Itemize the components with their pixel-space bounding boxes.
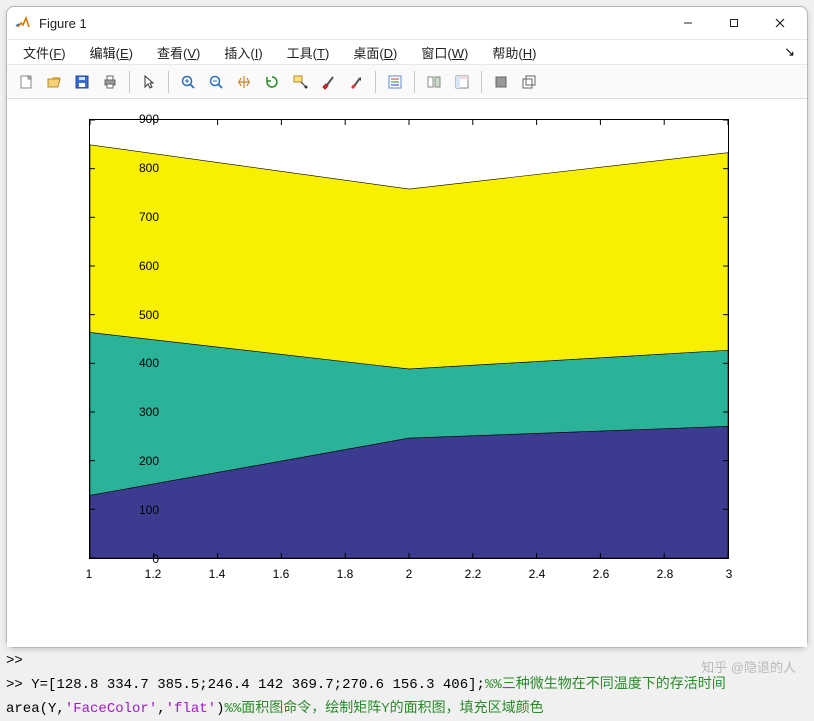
menu-t[interactable]: 工具(T) [277, 41, 340, 64]
titlebar: Figure 1 [7, 7, 807, 39]
menu-w[interactable]: 窗口(W) [411, 41, 478, 64]
rotate-icon[interactable] [259, 69, 285, 95]
dock-icon[interactable] [488, 69, 514, 95]
toolbar [7, 65, 807, 99]
open-icon[interactable] [41, 69, 67, 95]
x-tick-label: 2.2 [465, 567, 482, 581]
brush-icon[interactable] [315, 69, 341, 95]
string-literal: 'FaceColor' [65, 701, 157, 717]
toolbar-separator [168, 71, 169, 93]
menu-h[interactable]: 帮助(H) [482, 41, 546, 64]
matlab-app-icon [15, 15, 31, 31]
code-text: Y=[128.8 334.7 385.5;246.4 142 369.7;270… [31, 677, 485, 693]
pointer-icon[interactable] [136, 69, 162, 95]
x-tick-label: 1.6 [273, 567, 290, 581]
x-tick-label: 2 [406, 567, 413, 581]
x-tick-label: 3 [726, 567, 733, 581]
string-literal: 'flat' [166, 701, 216, 717]
y-tick-label: 600 [99, 259, 159, 273]
y-tick-label: 900 [99, 112, 159, 126]
zoom-out-icon[interactable] [203, 69, 229, 95]
close-button[interactable] [757, 8, 803, 38]
comment-text: %%面积图命令，绘制矩阵Y的面积图，填充区域颜色 [224, 701, 543, 717]
y-tick-label: 500 [99, 308, 159, 322]
menu-e[interactable]: 编辑(E) [80, 41, 143, 64]
menu-v[interactable]: 查看(V) [147, 41, 210, 64]
x-tick-label: 1.8 [337, 567, 354, 581]
x-tick-label: 2.8 [657, 567, 674, 581]
x-tick-label: 2.4 [529, 567, 546, 581]
menu-d[interactable]: 桌面(D) [343, 41, 407, 64]
y-tick-label: 300 [99, 405, 159, 419]
x-tick-label: 2.6 [593, 567, 610, 581]
chart-axes[interactable] [89, 119, 729, 559]
menu-f[interactable]: 文件(F) [13, 41, 76, 64]
figure-area: 0 100 200 300 400 500 600 700 800 900 1 1.2 1.4 1.6 1… [7, 99, 807, 647]
toolbar-separator [129, 71, 130, 93]
minimize-button[interactable] [665, 8, 711, 38]
y-tick-label: 700 [99, 210, 159, 224]
y-tick-label: 0 [99, 552, 159, 566]
figure-window: Figure 1 文件(F)编辑(E)查看(V)插入(I)工具(T)桌面(D)窗… [6, 6, 808, 648]
code-text: , [157, 701, 165, 717]
y-tick-label: 100 [99, 503, 159, 517]
new-figure-icon[interactable] [13, 69, 39, 95]
area-chart [90, 120, 728, 558]
x-tick-label: 1 [86, 567, 93, 581]
print-icon[interactable] [97, 69, 123, 95]
colorbar-icon[interactable] [343, 69, 369, 95]
dock-arrow-icon[interactable]: ↘ [778, 43, 801, 62]
pan-icon[interactable] [231, 69, 257, 95]
comment-text: %%三种微生物在不同温度下的存活时间 [485, 677, 726, 693]
x-tick-label: 1.2 [145, 567, 162, 581]
prompt: >> [6, 653, 23, 669]
prompt2: >> [6, 677, 31, 693]
window-title: Figure 1 [39, 16, 87, 31]
link-icon[interactable] [421, 69, 447, 95]
toolbar-separator [481, 71, 482, 93]
toolbar-separator [414, 71, 415, 93]
save-icon[interactable] [69, 69, 95, 95]
data-cursor-icon[interactable] [287, 69, 313, 95]
command-window-output: >> >> Y=[128.8 334.7 385.5;246.4 142 369… [6, 650, 808, 721]
maximize-button[interactable] [711, 8, 757, 38]
code-text: area(Y, [6, 701, 65, 717]
y-tick-label: 800 [99, 161, 159, 175]
menubar: 文件(F)编辑(E)查看(V)插入(I)工具(T)桌面(D)窗口(W)帮助(H)… [7, 39, 807, 65]
undock-icon[interactable] [516, 69, 542, 95]
y-tick-label: 200 [99, 454, 159, 468]
area-series-3 [90, 145, 728, 369]
legend-icon[interactable] [382, 69, 408, 95]
plot-tools-icon[interactable] [449, 69, 475, 95]
menu-i[interactable]: 插入(I) [214, 41, 272, 64]
x-tick-label: 1.4 [209, 567, 226, 581]
y-tick-label: 400 [99, 356, 159, 370]
zoom-in-icon[interactable] [175, 69, 201, 95]
toolbar-separator [375, 71, 376, 93]
